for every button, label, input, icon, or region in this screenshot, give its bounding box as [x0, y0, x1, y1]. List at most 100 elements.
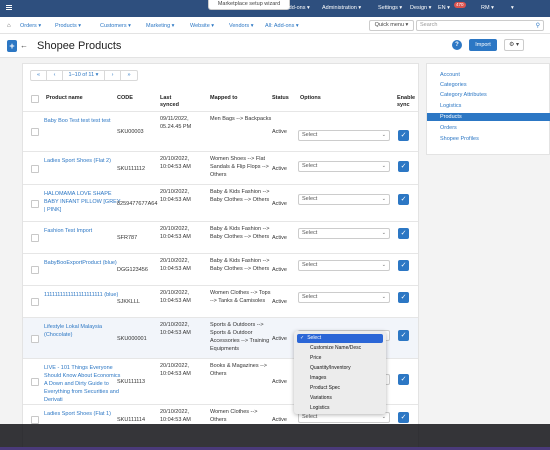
home-icon[interactable]: ⌂	[7, 22, 11, 30]
notification-badge[interactable]: 470	[454, 2, 466, 8]
search-placeholder: Search	[420, 22, 438, 28]
prev-page-button[interactable]: ‹	[47, 71, 63, 80]
select-value: Select	[302, 132, 318, 138]
search-input[interactable]: Search ⚲	[416, 20, 544, 31]
product-name-link[interactable]: Ladies Sport Shoes (Flat 2)	[44, 157, 122, 165]
options-dropdown-menu[interactable]: ✓ Select Customize Name/Desc Price Quantity/…	[294, 331, 386, 414]
dropdown-option[interactable]: Variations	[297, 394, 383, 403]
dropdown-option[interactable]: Logistics	[297, 404, 383, 413]
side-menu-item[interactable]: Products	[427, 113, 550, 121]
dropdown-option[interactable]: Quantity/Inventory	[297, 364, 383, 373]
header-product-name[interactable]: Product name	[46, 95, 83, 102]
enable-sync-checkbox[interactable]: ✓	[398, 374, 409, 385]
status-text: Active	[272, 267, 287, 273]
product-name-link[interactable]: Lifestyle Lokal Malaysia (Chocolate)	[44, 323, 122, 339]
enable-sync-checkbox[interactable]: ✓	[398, 292, 409, 303]
account-icon[interactable]: ▾	[511, 4, 514, 12]
side-menu-item[interactable]: Categories	[427, 81, 550, 89]
nav-products[interactable]: Products ▾	[55, 22, 81, 30]
last-page-button[interactable]: »	[121, 71, 137, 80]
page-range-selector[interactable]: 1–10 of 11 ▾	[63, 71, 105, 80]
options-select[interactable]: Select ⌄	[298, 130, 390, 141]
enable-sync-checkbox[interactable]: ✓	[398, 228, 409, 239]
user-menu[interactable]: RM ▾	[481, 4, 494, 12]
product-name-link[interactable]: 1111111111111111111111 (blue)	[44, 291, 122, 299]
design-menu[interactable]: Design ▾	[410, 4, 431, 12]
options-select[interactable]: Select ⌄	[298, 260, 390, 271]
dropdown-option[interactable]: Images	[297, 374, 383, 383]
dropdown-option[interactable]: Product Spec	[297, 384, 383, 393]
side-menu-item[interactable]: Category Attributes	[427, 91, 550, 99]
select-value: Select	[302, 230, 318, 236]
nav-all-addons[interactable]: All: Add-ons ▾	[265, 22, 299, 30]
side-menu-item[interactable]: Account	[427, 71, 550, 79]
language-menu[interactable]: EN ▾	[438, 4, 450, 12]
product-code: SKU111114	[117, 417, 146, 423]
help-icon[interactable]: ?	[452, 40, 462, 50]
product-name-link[interactable]: Ladies Sport Shoes (Flat 1)	[44, 410, 122, 418]
enable-sync-checkbox[interactable]: ✓	[398, 194, 409, 205]
row-checkbox[interactable]	[31, 416, 39, 424]
nav-website[interactable]: Website ▾	[190, 22, 214, 30]
marketplace-wizard-tab[interactable]: Marketplace setup wizard	[208, 0, 290, 10]
settings-menu[interactable]: Settings ▾	[378, 4, 402, 12]
select-all-checkbox[interactable]	[31, 95, 39, 103]
settings-gear-button[interactable]: ⚙ ▾	[504, 39, 524, 51]
administration-menu[interactable]: Administration ▾	[322, 4, 361, 12]
row-checkbox[interactable]	[31, 128, 39, 136]
enable-sync-checkbox[interactable]: ✓	[398, 260, 409, 271]
nav-marketing[interactable]: Marketing ▾	[146, 22, 174, 30]
chevron-down-icon: ⌄	[381, 196, 386, 202]
select-value: Select	[302, 414, 318, 420]
dropdown-option[interactable]: Price	[297, 354, 383, 363]
options-select[interactable]: Select ⌄	[298, 194, 390, 205]
header-code[interactable]: CODE	[117, 95, 133, 102]
header-status[interactable]: Status	[272, 95, 289, 102]
search-icon[interactable]: ⚲	[536, 22, 540, 31]
add-product-button[interactable]: +	[7, 40, 17, 52]
dropdown-option[interactable]: ✓ Select	[297, 334, 383, 343]
nav-orders[interactable]: Orders ▾	[20, 22, 41, 30]
row-checkbox[interactable]	[31, 165, 39, 173]
last-synced-time: 20/10/2022, 10:04:53 AM	[160, 290, 191, 304]
product-name-link[interactable]: Baby Boo Test test test test	[44, 117, 122, 125]
product-name-link[interactable]: BabyBooExportProduct (blue)	[44, 259, 122, 267]
product-name-link[interactable]: HALOMAMA LOVE SHAPE BABY INFANT PILLOW […	[44, 190, 122, 214]
product-name-link[interactable]: LIVE - 101 Things Everyone Should Know A…	[44, 364, 122, 404]
enable-sync-checkbox[interactable]: ✓	[398, 161, 409, 172]
side-menu-item[interactable]: Orders	[427, 124, 550, 132]
header-last-synced[interactable]: Last synced	[160, 95, 190, 109]
back-arrow-icon[interactable]: ←	[20, 40, 28, 52]
shopee-side-menu: Account Categories Category Attributes Logi…	[426, 63, 550, 155]
row-checkbox[interactable]	[31, 234, 39, 242]
enable-sync-checkbox[interactable]: ✓	[398, 330, 409, 341]
product-code: SKU111113	[117, 379, 146, 385]
dropdown-option[interactable]: Customize Name/Desc	[297, 344, 383, 353]
import-button[interactable]: Import	[469, 39, 497, 51]
nav-vendors[interactable]: Vendors ▾	[229, 22, 253, 30]
row-checkbox[interactable]	[31, 266, 39, 274]
next-page-button[interactable]: ›	[105, 71, 121, 80]
side-menu-item[interactable]: Logistics	[427, 102, 550, 110]
first-page-button[interactable]: «	[31, 71, 47, 80]
row-checkbox[interactable]	[31, 298, 39, 306]
row-checkbox[interactable]	[31, 335, 39, 343]
header-mapped-to[interactable]: Mapped to	[210, 95, 238, 102]
menu-icon[interactable]	[6, 5, 12, 6]
dropdown-option-label: Product Spec	[310, 385, 341, 391]
enable-sync-checkbox[interactable]: ✓	[398, 130, 409, 141]
addons-menu[interactable]: Add-ons ▾	[285, 4, 310, 12]
quick-menu-button[interactable]: Quick menu ▾	[369, 20, 414, 31]
nav-customers[interactable]: Customers ▾	[100, 22, 131, 30]
options-select[interactable]: Select ⌄	[298, 161, 390, 172]
mapped-category: Women Clothes --> Tops --> Tanks & Camis…	[210, 290, 271, 304]
options-select[interactable]: Select ⌄	[298, 292, 390, 303]
options-select[interactable]: Select ⌄	[298, 228, 390, 239]
row-checkbox[interactable]	[31, 200, 39, 208]
last-synced-time: 09/11/2022, 05.24.45 PM	[160, 116, 192, 130]
row-checkbox[interactable]	[31, 378, 39, 386]
enable-sync-checkbox[interactable]: ✓	[398, 412, 409, 423]
mapped-category: Men Bags --> Backpacks	[210, 116, 272, 122]
side-menu-item[interactable]: Shopee Profiles	[427, 135, 550, 143]
product-name-link[interactable]: Fashion Test Import	[44, 227, 122, 235]
